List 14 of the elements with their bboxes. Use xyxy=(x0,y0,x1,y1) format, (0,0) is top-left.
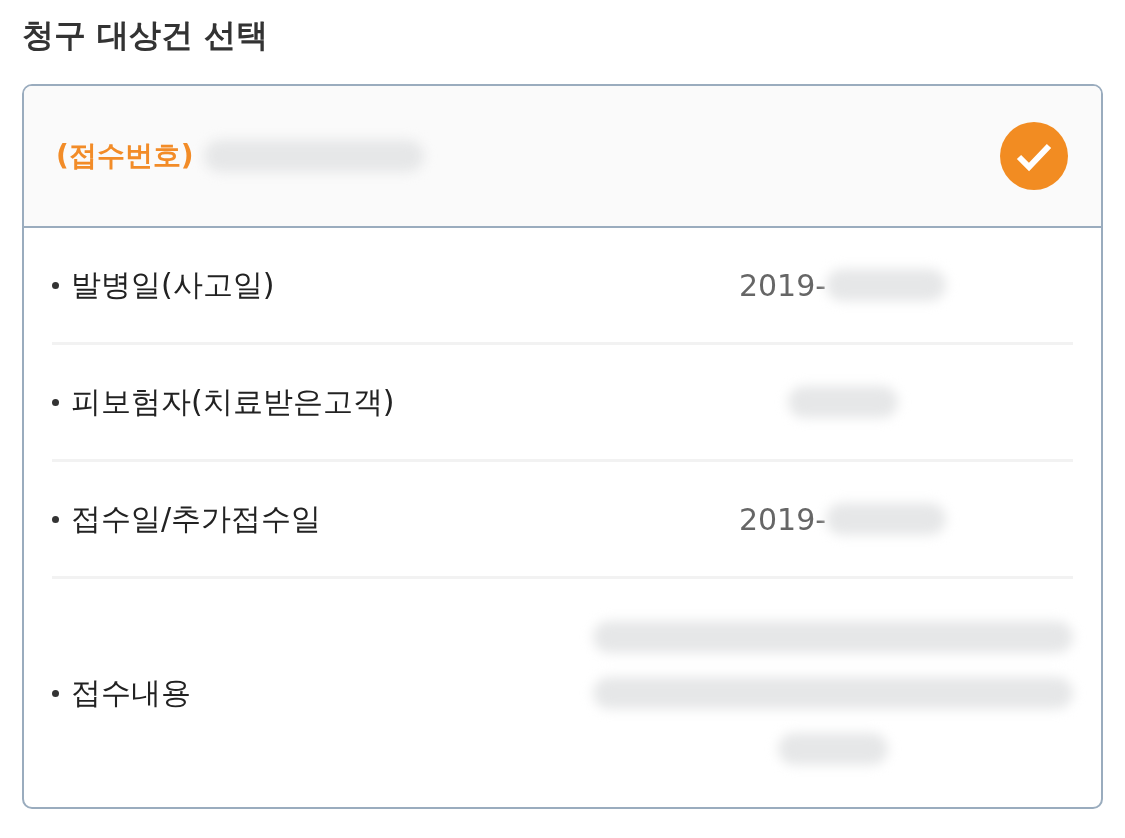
row-label: 접수일/추가접수일 xyxy=(71,499,322,538)
bullet-icon xyxy=(52,398,59,406)
row-label: 발병일(사고일) xyxy=(71,265,275,304)
page-title: 청구 대상건 선택 xyxy=(22,15,270,56)
row-value: 2019- xyxy=(738,267,827,303)
check-icon[interactable] xyxy=(999,121,1069,191)
receipt-number-label: (접수번호) xyxy=(56,138,194,174)
row-label: 접수내용 xyxy=(71,673,191,712)
bullet-icon xyxy=(52,689,59,697)
claim-card[interactable]: (접수번호) 발병일(사고일) 2019- 피보험자(치료받은고객) 접수일/추가접수일 2019- 접수내용 xyxy=(22,84,1103,809)
row-value: 2019- xyxy=(738,501,827,537)
bullet-icon xyxy=(52,281,59,289)
bullet-icon xyxy=(52,515,59,523)
row-label: 피보험자(치료받은고객) xyxy=(71,382,395,421)
